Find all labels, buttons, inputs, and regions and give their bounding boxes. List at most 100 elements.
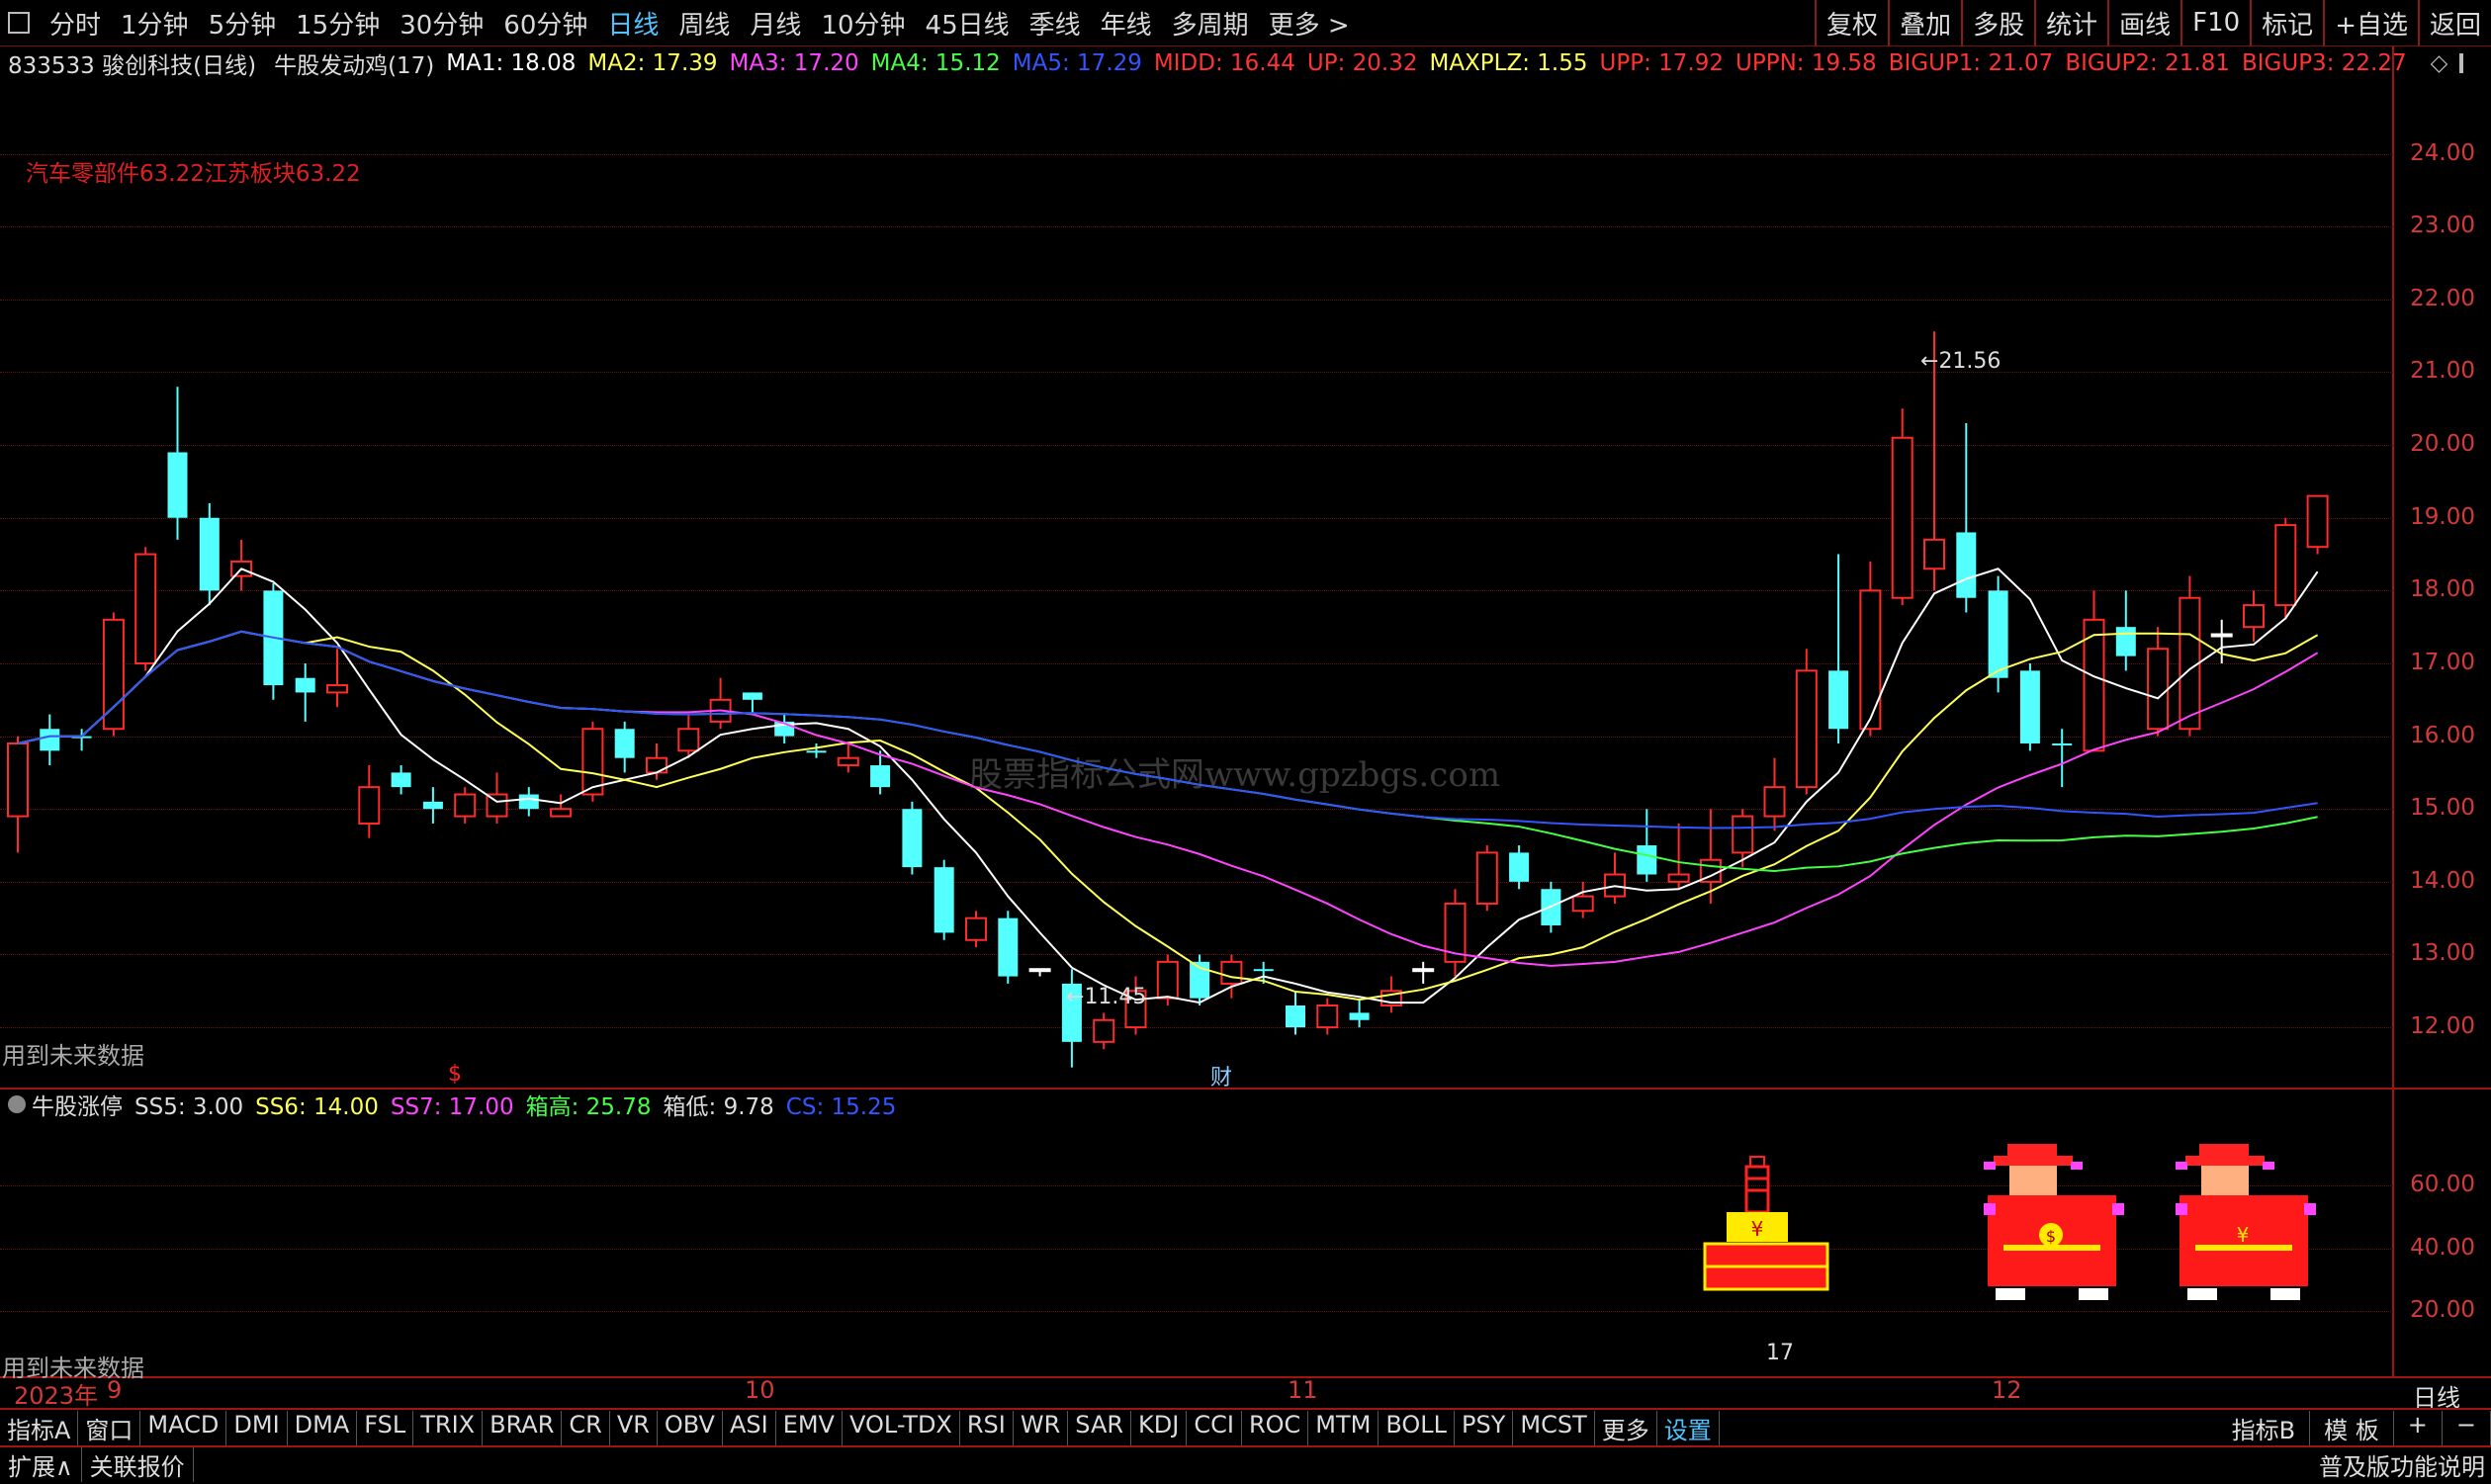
- period-tab[interactable]: 10分钟: [811, 5, 915, 42]
- indicator-tab[interactable]: MTM: [1308, 1410, 1379, 1445]
- expand-button[interactable]: 扩展∧: [0, 1446, 82, 1482]
- candle[interactable]: [102, 612, 125, 737]
- indicator-dropdown-icon[interactable]: [8, 1095, 26, 1113]
- indicator-tab[interactable]: CCI: [1187, 1410, 1242, 1445]
- candle[interactable]: [614, 721, 635, 773]
- candle[interactable]: [1475, 845, 1498, 912]
- candle[interactable]: [134, 547, 157, 671]
- period-tab[interactable]: 30分钟: [390, 5, 493, 42]
- candle[interactable]: [1667, 823, 1690, 890]
- toolbar-button[interactable]: 复权: [1815, 0, 1888, 45]
- candle[interactable]: [326, 649, 348, 708]
- period-tab[interactable]: 更多 >: [1259, 5, 1360, 42]
- indicator-tab[interactable]: 更多: [1595, 1410, 1657, 1445]
- toolbar-button[interactable]: 多股: [1961, 0, 2034, 45]
- candle[interactable]: [1028, 968, 1051, 977]
- indicator-tab[interactable]: PSY: [1455, 1410, 1514, 1445]
- indicator-tab[interactable]: BRAR: [483, 1410, 563, 1445]
- related-quote-button[interactable]: 关联报价: [82, 1446, 194, 1482]
- candle[interactable]: [2306, 494, 2329, 555]
- indicator-title[interactable]: 牛股涨停: [32, 1088, 123, 1121]
- indicator-tab[interactable]: MCST: [1513, 1410, 1595, 1445]
- candle[interactable]: [965, 911, 987, 948]
- candle[interactable]: [1412, 961, 1435, 984]
- toolbar-button[interactable]: +自选: [2323, 0, 2418, 45]
- candle[interactable]: [2210, 619, 2233, 663]
- period-tab[interactable]: 周线: [668, 5, 740, 42]
- period-tab[interactable]: 季线: [1020, 5, 1091, 42]
- toolbar-button[interactable]: 画线: [2107, 0, 2180, 45]
- indicator-tab[interactable]: EMV: [776, 1410, 843, 1445]
- help-link[interactable]: 普及版功能说明: [2313, 1447, 2491, 1482]
- indicator-tab[interactable]: SAR: [1068, 1410, 1132, 1445]
- candle[interactable]: [71, 729, 92, 751]
- indicator-tab[interactable]: DMA: [288, 1410, 358, 1445]
- indicator-tab[interactable]: 窗口: [78, 1410, 141, 1445]
- candle[interactable]: [2083, 590, 2105, 752]
- candle[interactable]: [1316, 998, 1339, 1035]
- candle[interactable]: [774, 714, 795, 743]
- period-tab[interactable]: 15分钟: [286, 5, 390, 42]
- candle[interactable]: [2243, 590, 2265, 642]
- toolbar-button[interactable]: 叠加: [1888, 0, 1961, 45]
- panel-toggle-icon[interactable]: [2459, 53, 2464, 73]
- indicator-tab[interactable]: CR: [562, 1410, 610, 1445]
- candle[interactable]: [7, 736, 29, 853]
- candle[interactable]: [1444, 889, 1467, 977]
- period-tab[interactable]: 月线: [740, 5, 811, 42]
- candle[interactable]: [742, 692, 762, 715]
- candle[interactable]: [998, 911, 1019, 984]
- toolbar-button[interactable]: 统计: [2034, 0, 2107, 45]
- indicator-tab[interactable]: 指标A: [0, 1410, 79, 1445]
- candle[interactable]: [1571, 881, 1594, 918]
- candle[interactable]: [1763, 757, 1786, 831]
- tab-right-button[interactable]: 模 板: [2310, 1410, 2394, 1445]
- period-tab[interactable]: 日线: [597, 5, 668, 42]
- candle[interactable]: [167, 387, 188, 540]
- toolbar-button[interactable]: F10: [2180, 0, 2250, 45]
- candle[interactable]: [295, 662, 315, 722]
- candle[interactable]: [40, 714, 60, 766]
- period-tab[interactable]: 多周期: [1162, 5, 1259, 42]
- candle[interactable]: [1891, 408, 1913, 606]
- candle[interactable]: [1604, 852, 1626, 904]
- candle[interactable]: [1286, 991, 1305, 1035]
- indicator-tab[interactable]: DMI: [226, 1410, 288, 1445]
- candle[interactable]: [1732, 809, 1754, 868]
- candle[interactable]: [2147, 627, 2170, 737]
- candle[interactable]: [709, 677, 732, 730]
- formula-name[interactable]: 牛股发动鸡(17): [274, 46, 434, 80]
- period-tab[interactable]: 年线: [1091, 5, 1162, 42]
- indicator-tab[interactable]: RSI: [960, 1410, 1014, 1445]
- candle[interactable]: [1859, 561, 1882, 737]
- candle[interactable]: [550, 794, 573, 818]
- indicator-tab[interactable]: TRIX: [413, 1410, 484, 1445]
- candle[interactable]: [934, 859, 954, 940]
- indicator-tab[interactable]: 设置: [1657, 1410, 1720, 1445]
- indicator-tab[interactable]: ASI: [723, 1410, 776, 1445]
- indicator-tab[interactable]: BOLL: [1379, 1410, 1456, 1445]
- diamond-icon[interactable]: ◇: [2431, 50, 2448, 76]
- candle[interactable]: [2052, 729, 2073, 788]
- candle[interactable]: [1828, 554, 1849, 743]
- candle[interactable]: [199, 503, 220, 606]
- tab-right-button[interactable]: −: [2443, 1410, 2491, 1445]
- candle[interactable]: [1509, 845, 1530, 890]
- candle[interactable]: [1699, 809, 1722, 904]
- candle[interactable]: [902, 801, 923, 875]
- indicator-tab[interactable]: VOL-TDX: [843, 1410, 960, 1445]
- candle[interactable]: [422, 787, 443, 824]
- period-tab[interactable]: 60分钟: [493, 5, 597, 42]
- candle[interactable]: [1093, 1012, 1115, 1050]
- indicator-tab[interactable]: FSL: [357, 1410, 414, 1445]
- toolbar-button[interactable]: 返回: [2417, 0, 2491, 45]
- candle[interactable]: [1795, 649, 1818, 795]
- candle[interactable]: [391, 765, 411, 795]
- candle[interactable]: [2115, 590, 2136, 671]
- indicator-tab[interactable]: VR: [610, 1410, 658, 1445]
- candle[interactable]: [2274, 517, 2297, 620]
- tab-right-button[interactable]: 指标B: [2218, 1410, 2311, 1445]
- toolbar-button[interactable]: 标记: [2250, 0, 2323, 45]
- candle[interactable]: [263, 583, 284, 700]
- menu-square-icon[interactable]: [8, 12, 30, 34]
